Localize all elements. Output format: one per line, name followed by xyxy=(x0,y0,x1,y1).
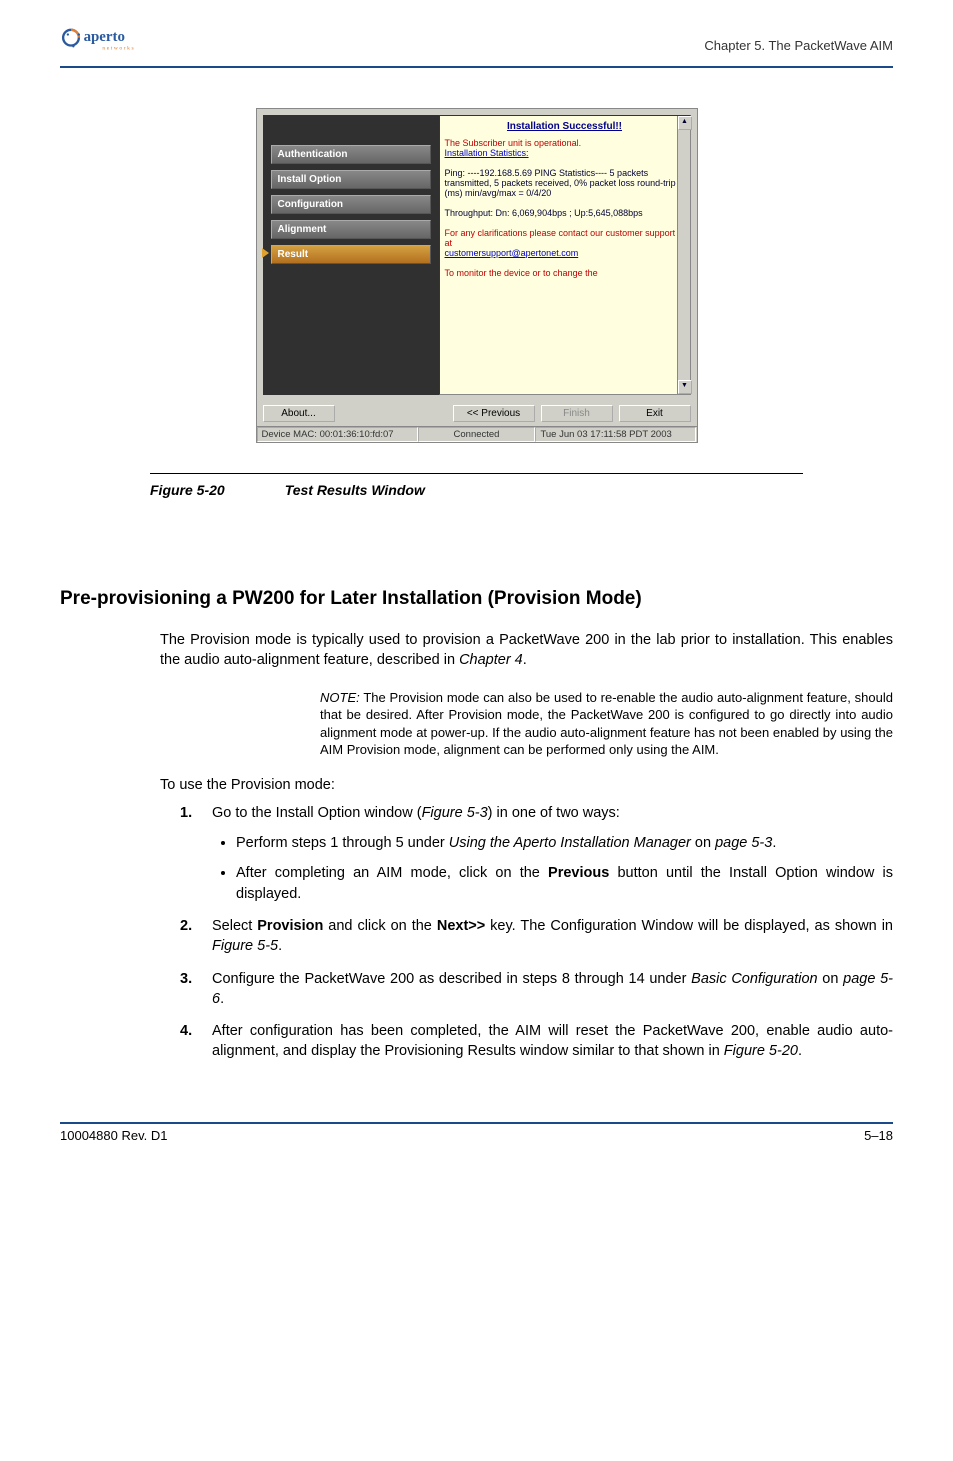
nav-result[interactable]: Result xyxy=(271,245,431,264)
step-1-bullet-1: Perform steps 1 through 5 under Using th… xyxy=(236,833,893,853)
scrollbar[interactable]: ▲ ▼ xyxy=(677,116,690,394)
svg-text:networks: networks xyxy=(102,45,135,51)
status-bar: Device MAC: 00:01:36:10:fd:07 Connected … xyxy=(257,426,697,442)
app-window: Authentication Install Option Configurat… xyxy=(256,108,698,443)
footer-page-number: 5–18 xyxy=(864,1128,893,1143)
note-label: NOTE: xyxy=(320,690,360,705)
footer-doc-id: 10004880 Rev. D1 xyxy=(60,1128,167,1143)
step-3: Configure the PacketWave 200 as describe… xyxy=(180,969,893,1010)
chapter-ref: Chapter 4 xyxy=(459,652,523,668)
step-1: Go to the Install Option window (Figure … xyxy=(180,803,893,904)
steps-list: Go to the Install Option window (Figure … xyxy=(180,803,893,1062)
finish-button: Finish xyxy=(541,405,613,422)
figure-title: Test Results Window xyxy=(285,482,425,498)
figure-divider xyxy=(150,473,803,474)
nav-alignment[interactable]: Alignment xyxy=(271,220,431,239)
result-throughput: Throughput: Dn: 6,069,904bps ; Up:5,645,… xyxy=(445,208,685,218)
result-monitor: To monitor the device or to change the xyxy=(445,268,685,278)
result-support-link[interactable]: customersupport@apertonet.com xyxy=(445,248,685,258)
status-date: Tue Jun 03 17:11:58 PDT 2003 xyxy=(535,427,696,442)
result-support-text: For any clarifications please contact ou… xyxy=(445,228,685,248)
result-title: Installation Successful!! xyxy=(445,121,685,132)
result-line2: Installation Statistics: xyxy=(445,148,685,158)
scroll-up-icon[interactable]: ▲ xyxy=(678,116,692,130)
svg-text:aperto: aperto xyxy=(84,29,125,45)
note-body: The Provision mode can also be used to r… xyxy=(320,690,893,758)
button-row: About... << Previous Finish Exit xyxy=(257,401,697,426)
nav-result-label: Result xyxy=(278,249,309,260)
step-2: Select Provision and click on the Next>>… xyxy=(180,916,893,957)
figure-caption: Figure 5-20 Test Results Window xyxy=(150,482,893,498)
nav-authentication[interactable]: Authentication xyxy=(271,145,431,164)
status-mac: Device MAC: 00:01:36:10:fd:07 xyxy=(257,427,418,442)
nav-install-option[interactable]: Install Option xyxy=(271,170,431,189)
section-heading: Pre-provisioning a PW200 for Later Insta… xyxy=(60,588,893,610)
previous-button[interactable]: << Previous xyxy=(453,405,535,422)
page-footer: 10004880 Rev. D1 5–18 xyxy=(60,1122,893,1143)
about-button[interactable]: About... xyxy=(263,405,335,422)
scroll-down-icon[interactable]: ▼ xyxy=(678,380,692,394)
step-1-bullet-2: After completing an AIM mode, click on t… xyxy=(236,863,893,904)
section-para1: The Provision mode is typically used to … xyxy=(160,630,893,671)
step-4: After configuration has been completed, … xyxy=(180,1021,893,1062)
figure-ref: Figure 5-3 xyxy=(422,805,488,821)
steps-intro: To use the Provision mode: xyxy=(160,777,893,793)
chapter-label: Chapter 5. The PacketWave AIM xyxy=(704,38,893,53)
result-line1: The Subscriber unit is operational. xyxy=(445,138,685,148)
exit-button[interactable]: Exit xyxy=(619,405,691,422)
logo: aperto networks xyxy=(60,20,170,60)
page-header: aperto networks Chapter 5. The PacketWav… xyxy=(60,20,893,68)
nav-configuration[interactable]: Configuration xyxy=(271,195,431,214)
figure-screenshot: Authentication Install Option Configurat… xyxy=(60,108,893,443)
status-connection: Connected xyxy=(418,427,536,442)
figure-number: Figure 5-20 xyxy=(150,482,225,498)
wizard-nav: Authentication Install Option Configurat… xyxy=(263,115,439,395)
result-panel: Installation Successful!! The Subscriber… xyxy=(439,115,691,395)
result-ping: Ping: ----192.168.5.69 PING Statistics--… xyxy=(445,168,685,198)
arrow-icon xyxy=(262,248,269,258)
note-block: NOTE: The Provision mode can also be use… xyxy=(320,689,893,759)
